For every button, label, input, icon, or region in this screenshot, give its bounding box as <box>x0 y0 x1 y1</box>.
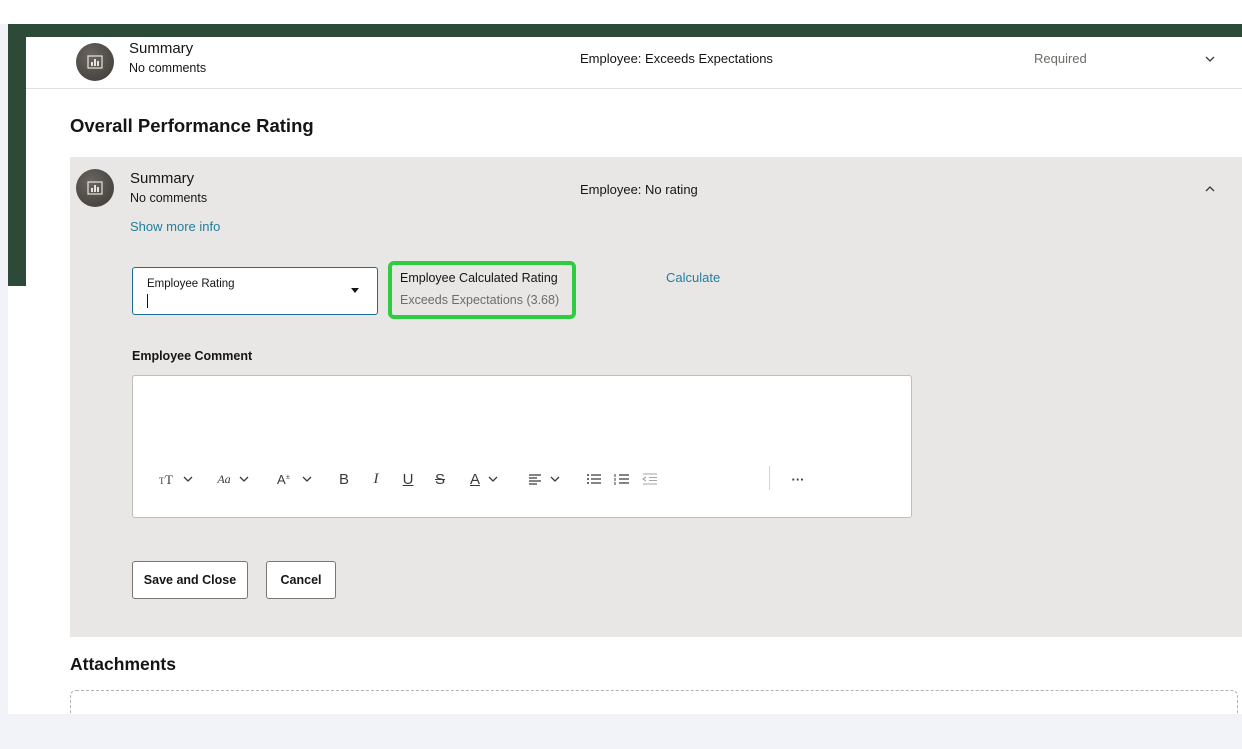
strikethrough-button[interactable]: S <box>427 464 453 494</box>
collapse-chevron-icon[interactable] <box>1203 182 1217 196</box>
font-size-button[interactable]: A ± <box>273 464 321 494</box>
item-comments: No comments <box>129 61 207 75</box>
header-band <box>8 24 1242 37</box>
bold-button[interactable]: B <box>331 464 357 494</box>
italic-button[interactable]: I <box>363 464 389 494</box>
numbered-list-button[interactable] <box>609 464 635 494</box>
svg-text:±: ± <box>286 474 290 481</box>
employee-rating-select[interactable]: Employee Rating <box>132 267 378 315</box>
align-button[interactable] <box>523 464 567 494</box>
expand-chevron-icon[interactable] <box>1203 52 1217 66</box>
text-caret <box>147 294 148 308</box>
bulleted-list-icon <box>587 474 601 484</box>
svg-text:A: A <box>277 472 286 486</box>
main-content: Summary No comments Employee: Exceeds Ex… <box>26 37 1242 714</box>
panel-item-rating: Employee: No rating <box>580 182 698 197</box>
chevron-down-icon <box>239 476 249 482</box>
app-frame: Summary No comments Employee: Exceeds Ex… <box>8 24 1242 714</box>
required-label: Required <box>1034 51 1087 66</box>
calculated-rating-value: Exceeds Expectations (3.68) <box>400 293 560 307</box>
strikethrough-label: S <box>434 470 445 488</box>
dropdown-arrow-icon[interactable] <box>351 288 359 293</box>
underline-label: U <box>402 470 414 488</box>
item-title: Summary <box>129 40 194 57</box>
overall-rating-heading: Overall Performance Rating <box>70 115 314 136</box>
calculated-rating-title: Employee Calculated Rating <box>400 271 558 285</box>
employee-rating-label: Employee Rating <box>147 278 235 290</box>
top-bar <box>0 0 1242 24</box>
font-family-label: Aa <box>217 471 231 486</box>
outdent-button[interactable] <box>637 464 663 494</box>
more-options-label: ··· <box>791 471 805 487</box>
font-family-button[interactable]: Aa <box>207 464 259 494</box>
more-options-button[interactable]: ··· <box>783 464 813 494</box>
save-and-close-button[interactable]: Save and Close <box>132 561 248 599</box>
employee-comment-editor[interactable]: T T Aa A ± B I U S A ··· <box>132 375 912 518</box>
text-format-button[interactable]: T T <box>155 464 199 494</box>
outdent-icon <box>642 473 657 485</box>
avatar <box>76 169 114 207</box>
calculate-link[interactable]: Calculate <box>666 270 720 285</box>
toolbar-separator <box>769 466 770 490</box>
panel-item-comments: No comments <box>130 191 208 205</box>
avatar <box>76 43 114 81</box>
bold-label: B <box>338 470 349 488</box>
calculated-rating-highlight: Employee Calculated Rating Exceeds Expec… <box>388 261 576 319</box>
chart-icon <box>87 55 103 69</box>
svg-text:T: T <box>165 472 173 486</box>
numbered-list-icon <box>614 474 629 485</box>
cancel-button[interactable]: Cancel <box>266 561 336 599</box>
italic-label: I <box>373 470 379 487</box>
underline-button[interactable]: U <box>395 464 421 494</box>
chevron-down-icon <box>488 476 498 482</box>
sidebar-strip <box>8 24 26 286</box>
attachments-heading: Attachments <box>70 654 176 674</box>
panel-item-title: Summary <box>130 170 195 187</box>
review-item-row[interactable]: Summary No comments Employee: Exceeds Ex… <box>26 37 1242 89</box>
show-more-info-link[interactable]: Show more info <box>130 219 220 234</box>
overall-rating-panel: Summary No comments Employee: No rating … <box>70 157 1242 637</box>
text-color-button[interactable]: A <box>461 464 507 494</box>
employee-comment-label: Employee Comment <box>132 349 253 363</box>
text-color-label: A <box>469 470 480 488</box>
bulleted-list-button[interactable] <box>581 464 607 494</box>
item-rating: Employee: Exceeds Expectations <box>580 51 773 66</box>
editor-toolbar: T T Aa A ± B I U S A ··· <box>155 464 855 494</box>
attachments-dropzone[interactable] <box>70 690 1238 714</box>
chart-icon <box>87 181 103 195</box>
